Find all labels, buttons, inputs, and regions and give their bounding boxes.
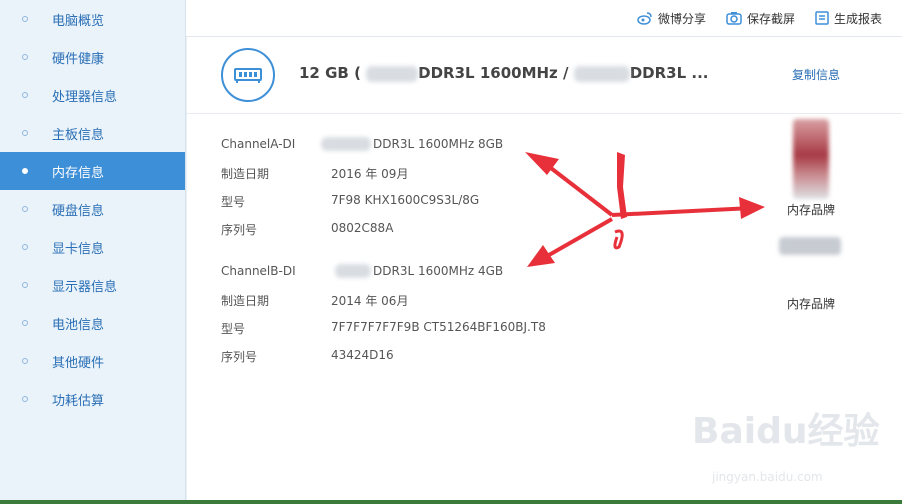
bullet-icon (22, 168, 28, 174)
sidebar-item-label: 电池信息 (52, 317, 105, 333)
sidebar-item-label: 显卡信息 (52, 241, 105, 257)
summary-mid: DDR3L 1600MHz / (418, 64, 569, 82)
brand-label-a: 内存品牌 (786, 203, 835, 217)
weibo-share-label: 微博分享 (657, 11, 706, 26)
model-value: 7F98 KHX1600C9S3L/8G (331, 193, 480, 207)
redacted-area (321, 137, 371, 151)
bullet-icon (22, 16, 28, 22)
watermark-logo: Baidu经验 (692, 411, 880, 452)
sidebar-item-power[interactable]: 功耗估算 (0, 380, 185, 418)
redacted-area (335, 264, 371, 278)
copy-info-link[interactable]: 复制信息 (792, 66, 840, 83)
sidebar-item-label: 处理器信息 (52, 89, 118, 105)
memory-summary-header: 12 GB ( DDR3L 1600MHz / DDR3L ... 复制信息 (187, 37, 902, 114)
sidebar-item-motherboard[interactable]: 主板信息 (0, 114, 185, 152)
sidebar-item-label: 显示器信息 (52, 279, 118, 295)
bullet-icon (22, 396, 28, 402)
channel-b-title: ChannelB-DI (221, 264, 296, 278)
channel-a-title: ChannelA-DI (221, 137, 296, 151)
sidebar-item-display[interactable]: 显示器信息 (0, 266, 185, 304)
memory-icon (221, 48, 275, 102)
bullet-icon (22, 54, 28, 60)
model-label: 型号 (221, 322, 246, 336)
sidebar-item-label: 内存信息 (52, 165, 105, 181)
bullet-icon (22, 206, 28, 212)
redacted-area (366, 65, 419, 82)
bottom-strip (0, 500, 902, 504)
summary-tail: DDR3L ... (629, 64, 709, 82)
date-label: 制造日期 (221, 294, 270, 308)
sidebar-item-label: 主板信息 (52, 127, 105, 143)
bullet-icon (22, 130, 28, 136)
brand-logo-b (775, 223, 847, 273)
sidebar-item-health[interactable]: 硬件健康 (0, 38, 185, 76)
sidebar: 电脑概览 硬件健康 处理器信息 主板信息 内存信息 硬盘信息 显卡信息 显示器信… (0, 0, 186, 504)
bullet-icon (22, 244, 28, 250)
save-screenshot-label: 保存截屏 (746, 11, 795, 26)
bullet-icon (22, 92, 28, 98)
model-label: 型号 (221, 195, 246, 209)
generate-report-label: 生成报表 (833, 11, 882, 26)
channel-a-spec: DDR3L 1600MHz 8GB (373, 137, 504, 151)
sidebar-item-label: 功耗估算 (52, 393, 105, 409)
serial-label: 序列号 (221, 223, 258, 237)
date-label: 制造日期 (221, 167, 270, 181)
bullet-icon (22, 320, 28, 326)
camera-icon (726, 12, 742, 25)
date-value: 2014 年 06月 (331, 294, 409, 308)
sidebar-item-disk[interactable]: 硬盘信息 (0, 190, 185, 228)
redacted-area (573, 65, 630, 82)
bullet-icon (22, 358, 28, 364)
memory-summary-title: 12 GB ( DDR3L 1600MHz / DDR3L ... (299, 64, 709, 82)
sidebar-item-gpu[interactable]: 显卡信息 (0, 228, 185, 266)
sidebar-item-battery[interactable]: 电池信息 (0, 304, 185, 342)
serial-value: 0802C88A (331, 221, 394, 235)
model-value: 7F7F7F7F7F9B CT51264BF160BJ.T8 (331, 320, 546, 334)
watermark-url: jingyan.baidu.com (712, 470, 823, 484)
bullet-icon (22, 282, 28, 288)
sidebar-item-label: 硬件健康 (52, 51, 105, 67)
sidebar-item-memory[interactable]: 内存信息 (0, 152, 185, 190)
sidebar-item-overview[interactable]: 电脑概览 (0, 0, 185, 38)
sidebar-item-other[interactable]: 其他硬件 (0, 342, 185, 380)
date-value: 2016 年 09月 (331, 167, 409, 181)
memory-panel: 12 GB ( DDR3L 1600MHz / DDR3L ... 复制信息 C… (187, 37, 902, 504)
channel-b-spec: DDR3L 1600MHz 4GB (373, 264, 504, 278)
brand-label-b: 内存品牌 (786, 297, 835, 311)
report-icon (815, 11, 829, 25)
sidebar-item-label: 硬盘信息 (52, 203, 105, 219)
sidebar-item-label: 其他硬件 (52, 355, 105, 371)
toolbar: 微博分享 保存截屏 生成报表 (186, 0, 902, 37)
sidebar-item-cpu[interactable]: 处理器信息 (0, 76, 185, 114)
weibo-icon (637, 12, 652, 25)
summary-prefix: 12 GB ( (299, 64, 361, 82)
serial-value: 43424D16 (331, 348, 394, 362)
serial-label: 序列号 (221, 350, 258, 364)
brand-logo-a (781, 119, 841, 199)
generate-report-button[interactable]: 生成报表 (815, 10, 882, 27)
save-screenshot-button[interactable]: 保存截屏 (726, 10, 795, 27)
sidebar-item-label: 电脑概览 (52, 13, 105, 29)
weibo-share-button[interactable]: 微博分享 (637, 10, 706, 27)
